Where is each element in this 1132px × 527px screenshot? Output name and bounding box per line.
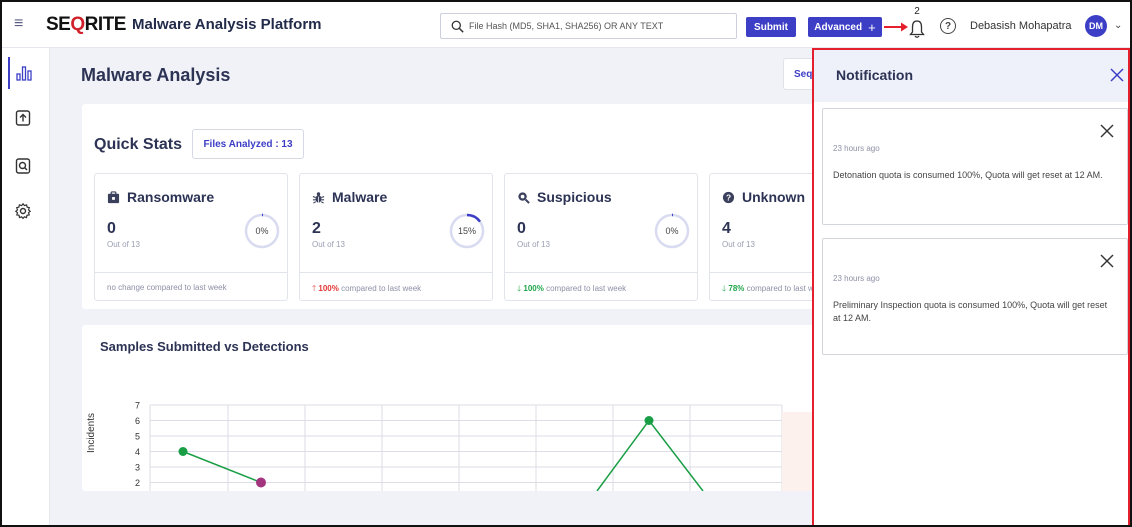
upload-file-icon (15, 110, 31, 126)
stat-card-trend: no change compared to last week (95, 272, 287, 300)
trend-value: 100% (523, 284, 544, 293)
annotation-arrow-icon (884, 22, 908, 32)
notification-panel: Notification 23 hours ago Detonation quo… (812, 48, 1130, 525)
stat-card-header: Ransomware (107, 189, 214, 205)
stat-card-header: ? Unknown (722, 189, 805, 205)
stat-card-count: 2 (312, 220, 321, 237)
stat-gauge-percent: 0% (665, 226, 679, 236)
stat-card-title: Suspicious (537, 189, 612, 205)
y-tick-label: 4 (135, 447, 140, 457)
trend-text: compared to last week (546, 284, 627, 293)
notification-item[interactable]: 23 hours ago Detonation quota is consume… (822, 108, 1128, 225)
files-analyzed-badge[interactable]: Files Analyzed : 13 (192, 129, 304, 159)
stat-card-trend: 🡑 100% compared to last week (300, 272, 492, 300)
advanced-button[interactable]: Advanced + (808, 17, 882, 37)
stat-gauge-percent: 15% (457, 226, 476, 236)
notification-item[interactable]: 23 hours ago Preliminary Inspection quot… (822, 238, 1128, 355)
stat-card-header: Suspicious (517, 189, 612, 205)
sidebar (2, 48, 50, 525)
app-title: Malware Analysis Platform (132, 16, 322, 33)
bell-icon[interactable] (909, 17, 925, 39)
advanced-button-label: Advanced (814, 21, 863, 33)
suspicious-search-icon (518, 191, 530, 204)
trend-value: 78% (728, 284, 745, 293)
search-file-icon (15, 158, 31, 174)
quick-stats-section: Quick Stats Files Analyzed : 13 Ransomwa… (82, 104, 903, 309)
y-tick-label: 3 (135, 463, 140, 473)
page-title: Malware Analysis (81, 65, 231, 85)
stat-card-count: 0 (107, 220, 116, 237)
sidebar-item-upload[interactable] (8, 102, 38, 134)
malware-bug-icon (312, 191, 325, 204)
menu-toggle-icon[interactable]: ≡ (14, 15, 32, 33)
logo-text-prefix: SE (46, 14, 71, 35)
y-tick-label: 2 (135, 478, 140, 488)
trend-text: compared to last week (341, 284, 422, 293)
settings-gear-icon (14, 202, 32, 220)
stat-card-title: Malware (332, 189, 388, 205)
quick-stats-title: Quick Stats (94, 136, 183, 153)
arrow-up-icon: 🡑 (312, 284, 317, 293)
svg-text:?: ? (726, 192, 731, 202)
sidebar-item-dashboard[interactable] (8, 57, 38, 89)
plus-icon: + (868, 19, 876, 35)
stat-card-count: 4 (722, 220, 731, 237)
y-tick-label: 7 (135, 401, 140, 411)
notification-count-badge: 2 (914, 6, 920, 17)
logo-text-suffix: RITE (84, 14, 127, 35)
stat-card-count: 0 (517, 220, 526, 237)
notification-time: 23 hours ago (833, 144, 880, 153)
arrow-down-icon: 🡓 (517, 284, 522, 293)
stat-card-title: Unknown (742, 189, 805, 205)
notification-message: Preliminary Inspection quota is consumed… (833, 300, 1108, 323)
stat-card-header: Malware (312, 189, 387, 205)
sidebar-item-settings[interactable] (8, 195, 38, 227)
stat-gauge-percent: 0% (255, 226, 269, 236)
top-bar: ≡ SEQRITE Malware Analysis Platform Subm… (2, 2, 1130, 48)
close-icon[interactable] (1100, 124, 1114, 138)
bar-chart-icon (16, 66, 32, 81)
chart-y-axis-label: Incidents (86, 412, 97, 453)
search-box[interactable] (440, 13, 737, 39)
stat-card-total: Out of 13 (107, 240, 140, 249)
logo-text-q: Q (70, 14, 85, 35)
brand-logo[interactable]: SEQRITE (46, 14, 126, 36)
stat-card-total: Out of 13 (722, 240, 755, 249)
unknown-question-icon: ? (722, 191, 735, 203)
help-icon[interactable]: ? (940, 18, 956, 34)
arrow-down-icon: 🡓 (722, 284, 727, 293)
stat-card-title: Ransomware (127, 189, 215, 205)
close-icon[interactable] (1109, 67, 1125, 83)
app-window: ≡ SEQRITE Malware Analysis Platform Subm… (0, 0, 1132, 527)
chevron-down-icon[interactable]: ⌄ (1114, 20, 1122, 31)
stat-card-malware[interactable]: Malware 2 Out of 13 15% 🡑 100% compared … (299, 173, 493, 301)
stat-card-suspicious[interactable]: Suspicious 0 Out of 13 0% 🡓 100% compare… (504, 173, 698, 301)
search-input[interactable] (469, 21, 729, 31)
data-point (256, 477, 266, 488)
data-point (644, 416, 654, 425)
sidebar-item-search-reports[interactable] (8, 150, 38, 182)
data-point (178, 447, 188, 456)
stat-card-total: Out of 13 (517, 240, 550, 249)
search-icon (451, 20, 464, 33)
trend-value: 100% (318, 284, 339, 293)
trend-text: no change compared to last week (107, 283, 227, 292)
close-icon[interactable] (1100, 254, 1114, 268)
stat-card-ransomware[interactable]: Ransomware 0 Out of 13 0% no change comp… (94, 173, 288, 301)
ransomware-icon (107, 190, 120, 203)
notification-header: Notification (814, 50, 1128, 102)
y-tick-label: 6 (135, 416, 140, 426)
samples-chart: 2 3 4 5 6 7 (135, 401, 783, 491)
submit-button[interactable]: Submit (746, 17, 796, 37)
stat-card-trend: 🡓 100% compared to last week (505, 272, 697, 300)
stat-card-total: Out of 13 (312, 240, 345, 249)
notification-message: Detonation quota is consumed 100%, Quota… (833, 170, 1103, 180)
notification-time: 23 hours ago (833, 274, 880, 283)
notification-title: Notification (836, 67, 913, 83)
y-tick-label: 5 (135, 432, 140, 442)
samples-chart-section: Samples Submitted vs Detections 234567 I… (82, 325, 822, 491)
user-name[interactable]: Debasish Mohapatra (970, 20, 1072, 32)
user-avatar[interactable]: DM (1085, 15, 1107, 37)
